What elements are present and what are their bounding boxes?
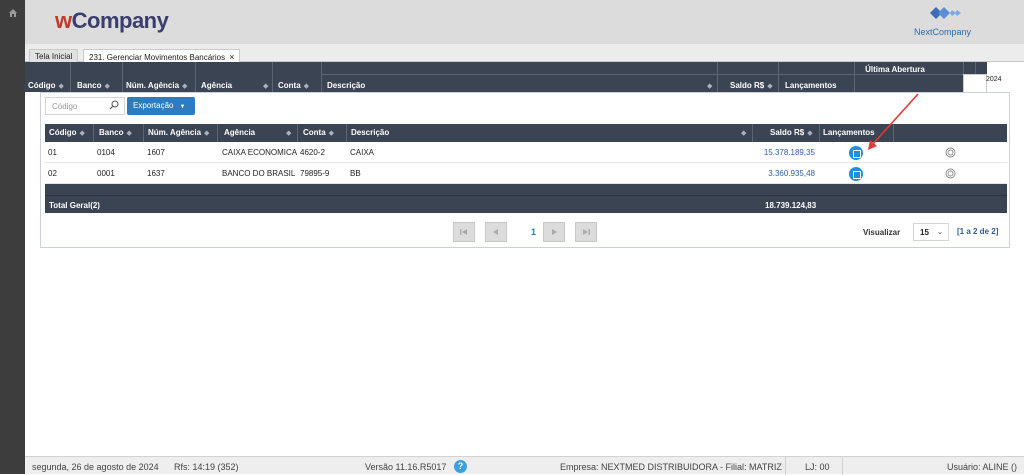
- bg-year-cell: 2024: [963, 74, 1002, 94]
- bg-header-banco[interactable]: Banco ◆: [77, 81, 110, 90]
- bg-header-codigo[interactable]: Código ◆: [28, 81, 64, 90]
- cell-descricao: CAIXA: [350, 148, 375, 157]
- cell-saldo: 3.360.935,48: [768, 169, 815, 178]
- status-loja: LJ: 00: [805, 462, 830, 472]
- header-codigo[interactable]: Código ◆: [49, 128, 85, 137]
- prev-page-button[interactable]: [485, 222, 507, 242]
- cell-conta: 4620-2: [300, 148, 325, 157]
- next-page-button[interactable]: [543, 222, 565, 242]
- first-page-icon: [460, 229, 467, 235]
- bg-header-agencia-sort-icon[interactable]: ◆: [260, 81, 268, 90]
- help-icon[interactable]: ?: [454, 460, 467, 473]
- cell-banco: 0104: [97, 148, 115, 157]
- accounts-grid: Código ◆ Banco ◆ Núm. Agência ◆ Agência ◆ C…: [45, 124, 1007, 213]
- last-page-button[interactable]: [575, 222, 597, 242]
- header-conta[interactable]: Conta ◆: [303, 128, 334, 137]
- top-bar: wCompany NextCompany: [25, 0, 1024, 44]
- cell-descricao: BB: [350, 169, 361, 178]
- grid-spacer-band: [45, 184, 1007, 195]
- view-label: Visualizar: [863, 228, 901, 237]
- cell-codigo: 01: [48, 148, 57, 157]
- cell-agencia: CAIXA ECONOMICA: [222, 148, 297, 157]
- header-banco[interactable]: Banco ◆: [99, 128, 132, 137]
- export-button[interactable]: Exportação ▼: [127, 97, 195, 115]
- status-date: segunda, 26 de agosto de 2024: [32, 462, 159, 472]
- bg-header-saldo[interactable]: Saldo R$ ◆: [730, 81, 773, 90]
- header-agencia-sort-icon[interactable]: ◆: [283, 128, 291, 137]
- chevron-down-icon: ▼: [179, 104, 186, 110]
- nextcompany-mark-icon: [930, 7, 961, 19]
- bg-header-num-agencia[interactable]: Núm. Agência ◆: [126, 81, 187, 90]
- nextcompany-logo: NextCompany: [914, 5, 984, 39]
- lancamentos-icon[interactable]: [849, 146, 863, 160]
- tab-gerenciar-label: 231. Gerenciar Movimentos Bancários: [89, 53, 226, 62]
- status-refresh: Rfs: 14:19 (352): [174, 462, 239, 472]
- header-saldo[interactable]: Saldo R$ ◆: [770, 128, 813, 137]
- header-agencia[interactable]: Agência: [224, 128, 255, 137]
- grid-header: Código ◆ Banco ◆ Núm. Agência ◆ Agência ◆ C…: [45, 124, 1007, 142]
- close-tab-icon[interactable]: ×: [229, 52, 234, 62]
- left-rail: [0, 0, 25, 474]
- bg-header-descricao-sort-icon[interactable]: ◆: [704, 81, 712, 90]
- background-grid-header: Última Abertura Código ◆ Banco ◆ Núm. Agên…: [25, 62, 987, 92]
- bg-header-lancamentos[interactable]: Lançamentos: [785, 81, 837, 90]
- tab-gerenciar-movimentos[interactable]: 231. Gerenciar Movimentos Bancários ×: [83, 49, 241, 62]
- cell-codigo: 02: [48, 169, 57, 178]
- tab-home[interactable]: Tela Inicial: [29, 49, 79, 62]
- cell-conta: 79895-9: [300, 169, 330, 178]
- company-logo: wCompany: [55, 8, 169, 33]
- cell-num-agencia: 1607: [147, 148, 165, 157]
- page-size-select[interactable]: 15 ⌄: [913, 223, 949, 241]
- cell-banco: 0001: [97, 169, 115, 178]
- header-num-agencia[interactable]: Núm. Agência ◆: [148, 128, 209, 137]
- table-row[interactable]: 02 0001 1637 BANCO DO BRASIL 79895-9 BB …: [45, 163, 1007, 184]
- header-lancamentos[interactable]: Lançamentos: [823, 128, 875, 137]
- cell-agencia: BANCO DO BRASIL: [222, 169, 296, 178]
- last-page-icon: [583, 229, 590, 235]
- current-page[interactable]: 1: [531, 227, 536, 237]
- cell-num-agencia: 1637: [147, 169, 165, 178]
- next-page-icon: [552, 229, 557, 235]
- tab-strip: Tela Inicial 231. Gerenciar Movimentos B…: [25, 44, 1024, 62]
- sync-icon[interactable]: [945, 147, 956, 158]
- cell-saldo: 15.378.189,35: [763, 148, 815, 157]
- total-label: Total Geral(2): [49, 201, 100, 210]
- movements-panel: Código Exportação ▼ Código ◆ Banco ◆ Núm. A…: [40, 92, 1010, 248]
- lancamentos-icon[interactable]: [849, 167, 863, 181]
- ultima-abertura-header: Última Abertura: [865, 65, 925, 74]
- first-page-button[interactable]: [453, 222, 475, 242]
- bg-header-descricao[interactable]: Descrição: [327, 81, 365, 90]
- page-range: [1 a 2 de 2]: [957, 227, 999, 236]
- bg-header-agencia[interactable]: Agência: [201, 81, 232, 90]
- tab-home-label: Tela Inicial: [35, 52, 73, 61]
- home-icon[interactable]: [8, 8, 18, 18]
- bg-header-conta[interactable]: Conta ◆: [278, 81, 309, 90]
- header-descricao[interactable]: Descrição: [351, 128, 389, 137]
- chevron-down-icon: ⌄: [937, 229, 943, 236]
- nextcompany-label: NextCompany: [914, 27, 972, 37]
- status-empresa: Empresa: NEXTMED DISTRIBUIDORA - Filial:…: [560, 462, 782, 472]
- status-bar: segunda, 26 de agosto de 2024 Rfs: 14:19…: [25, 456, 1024, 475]
- prev-page-icon: [493, 229, 498, 235]
- status-version: Versão 11.16.R5017: [365, 462, 447, 472]
- grid-total-row: Total Geral(2) 18.739.124,83: [45, 195, 1007, 213]
- sync-icon[interactable]: [945, 168, 956, 179]
- table-row[interactable]: 01 0104 1607 CAIXA ECONOMICA 4620-2 CAIX…: [45, 142, 1007, 163]
- status-usuario: Usuário: ALINE (): [947, 462, 1018, 472]
- header-descricao-sort-icon[interactable]: ◆: [738, 128, 746, 137]
- search-icon[interactable]: [109, 100, 119, 110]
- total-value: 18.739.124,83: [765, 201, 817, 210]
